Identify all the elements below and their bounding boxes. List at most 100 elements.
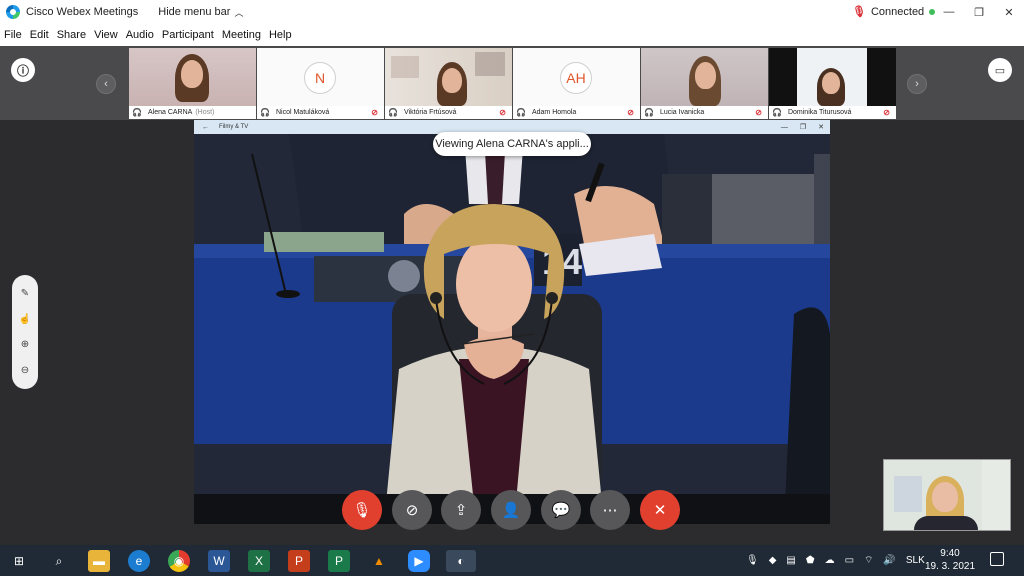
- participant-video: [385, 48, 512, 106]
- title-bar: Cisco Webex Meetings Hide menu bar ︿ 🎙 C…: [0, 0, 1024, 24]
- remote-control-icon[interactable]: ☝: [19, 314, 31, 325]
- back-arrow-icon[interactable]: ←: [202, 124, 209, 131]
- muted-mic-icon: ⊘: [627, 108, 634, 117]
- participant-avatar: AH: [560, 62, 592, 94]
- app-title: Cisco Webex Meetings: [26, 6, 139, 18]
- zoom-in-icon[interactable]: ⊕: [21, 339, 29, 350]
- participant-label: 🎧 Viktória Frtúsová ⊘: [385, 106, 512, 119]
- microphone-icon[interactable]: 🎙: [746, 555, 759, 566]
- viewing-banner: Viewing Alena CARNA's appli...: [433, 132, 591, 156]
- layout-icon[interactable]: ▭: [988, 58, 1012, 82]
- menu-meeting[interactable]: Meeting: [222, 29, 261, 41]
- participant-label: 🎧 Adam Homola ⊘: [513, 106, 640, 119]
- chevron-up-icon: ︿: [234, 7, 244, 18]
- zoom-out-icon[interactable]: ⊖: [21, 365, 29, 376]
- menu-bar: File Edit Share View Audio Participant M…: [0, 24, 1024, 46]
- muted-mic-icon: 🎙: [852, 6, 866, 18]
- webex-taskbar-icon[interactable]: ◐: [446, 550, 476, 572]
- participant-tile[interactable]: 🎧 Dominika Titurusová ⊘: [769, 48, 896, 119]
- shared-application-window: ← Filmy & TV — ❐ ✕: [194, 120, 830, 524]
- headset-icon: 🎧: [772, 108, 782, 117]
- volume-icon[interactable]: 🔊: [883, 555, 895, 566]
- close-button[interactable]: ✕: [994, 0, 1024, 24]
- clock-time: 9:40: [940, 548, 960, 559]
- app-tray-icon[interactable]: ◆: [769, 555, 777, 566]
- participants-button[interactable]: 👤: [491, 490, 531, 530]
- headset-icon: 🎧: [516, 108, 526, 117]
- wifi-icon[interactable]: ⌔: [864, 554, 873, 567]
- participant-label: 🎧 Nicol Matuláková ⊘: [257, 106, 384, 119]
- restore-button[interactable]: ❐: [964, 0, 994, 24]
- battery-icon[interactable]: ▭: [845, 555, 854, 566]
- participant-avatar: N: [304, 62, 336, 94]
- restore-button[interactable]: ❐: [800, 123, 806, 131]
- stop-video-button[interactable]: ⊘: [392, 490, 432, 530]
- powerpoint-icon[interactable]: P: [288, 550, 310, 572]
- participant-name: Dominika Titurusová: [787, 109, 852, 116]
- share-icon: ⇪: [454, 502, 468, 519]
- self-view-video[interactable]: [883, 459, 1011, 531]
- chat-tray-icon[interactable]: ▤: [786, 555, 795, 566]
- participant-tile[interactable]: 🎧 Viktória Frtúsová ⊘: [385, 48, 512, 119]
- headset-icon: 🎧: [388, 108, 398, 117]
- windows-start-icon[interactable]: ⊞: [8, 550, 30, 572]
- menu-audio[interactable]: Audio: [126, 29, 154, 41]
- taskbar: ⊞ ⌕ ▬ e ◉ W X P P ▲ ▶ ◐ 🎙 ◆ ▤ ⬟ ☁ ▭ ⌔ 🔊 …: [0, 545, 1024, 576]
- participant-video: [129, 48, 256, 106]
- publisher-icon[interactable]: P: [328, 550, 350, 572]
- annotate-icon[interactable]: ✎: [21, 288, 29, 299]
- scroll-left-icon[interactable]: ‹: [96, 74, 116, 94]
- share-button[interactable]: ⇪: [441, 490, 481, 530]
- system-tray: 🎙 ◆ ▤ ⬟ ☁ ▭ ⌔ 🔊 SLK: [746, 545, 925, 576]
- zoom-icon[interactable]: ▶: [408, 550, 430, 572]
- edge-icon[interactable]: e: [128, 550, 150, 572]
- minimize-button[interactable]: —: [781, 124, 788, 131]
- minimize-button[interactable]: —: [934, 0, 964, 24]
- leave-meeting-button[interactable]: ✕: [640, 490, 680, 530]
- mute-button[interactable]: 🎙: [342, 490, 382, 530]
- annotation-toolbar: ✎ ☝ ⊕ ⊖: [12, 275, 38, 389]
- chat-icon: 💬: [551, 502, 571, 519]
- menu-edit[interactable]: Edit: [30, 29, 49, 41]
- participant-label: 🎧 Lucia Ivanicka ⊘: [641, 106, 768, 119]
- notifications-icon[interactable]: [990, 552, 1004, 566]
- host-badge: (Host): [195, 109, 215, 116]
- clock[interactable]: 9:40 19. 3. 2021: [922, 547, 978, 573]
- connection-status-label: Connected: [870, 5, 925, 18]
- muted-mic-icon: ⊘: [371, 108, 378, 117]
- more-options-button[interactable]: ⋯: [590, 490, 630, 530]
- excel-icon[interactable]: X: [248, 550, 270, 572]
- meeting-info-icon[interactable]: ⓘ: [11, 58, 35, 82]
- video-frame: 14: [194, 134, 830, 524]
- participant-name: Adam Homola: [531, 109, 577, 116]
- participant-label: 🎧 Dominika Titurusová ⊘: [769, 106, 896, 119]
- menu-file[interactable]: File: [4, 29, 22, 41]
- window-controls: — ❐ ✕: [934, 0, 1024, 24]
- participant-tile[interactable]: AH 🎧 Adam Homola ⊘: [513, 48, 640, 119]
- chrome-icon[interactable]: ◉: [168, 550, 190, 572]
- chat-button[interactable]: 💬: [541, 490, 581, 530]
- participant-tile[interactable]: N 🎧 Nicol Matuláková ⊘: [257, 48, 384, 119]
- word-icon[interactable]: W: [208, 550, 230, 572]
- menu-participant[interactable]: Participant: [162, 29, 214, 41]
- participant-tile[interactable]: 🎧 Alena CARNA (Host): [129, 48, 256, 119]
- hide-menu-bar-label: Hide menu bar: [158, 6, 231, 18]
- connection-status[interactable]: 🎙 Connected: [852, 5, 936, 18]
- hide-menu-bar-button[interactable]: Hide menu bar ︿: [158, 6, 243, 19]
- headset-icon: 🎧: [260, 108, 270, 117]
- scroll-right-icon[interactable]: ›: [907, 74, 927, 94]
- file-explorer-icon[interactable]: ▬: [88, 550, 110, 572]
- menu-help[interactable]: Help: [269, 29, 292, 41]
- headset-icon: 🎧: [132, 108, 142, 117]
- participant-name: Viktória Frtúsová: [403, 109, 457, 116]
- vlc-icon[interactable]: ▲: [368, 550, 390, 572]
- headset-icon: 🎧: [644, 108, 654, 117]
- close-icon: ✕: [653, 502, 667, 519]
- close-button[interactable]: ✕: [818, 123, 824, 131]
- menu-view[interactable]: View: [94, 29, 118, 41]
- participant-tile[interactable]: 🎧 Lucia Ivanicka ⊘: [641, 48, 768, 119]
- onedrive-icon[interactable]: ☁: [825, 555, 835, 566]
- menu-share[interactable]: Share: [57, 29, 86, 41]
- search-icon[interactable]: ⌕: [48, 550, 70, 572]
- security-icon[interactable]: ⬟: [806, 555, 815, 566]
